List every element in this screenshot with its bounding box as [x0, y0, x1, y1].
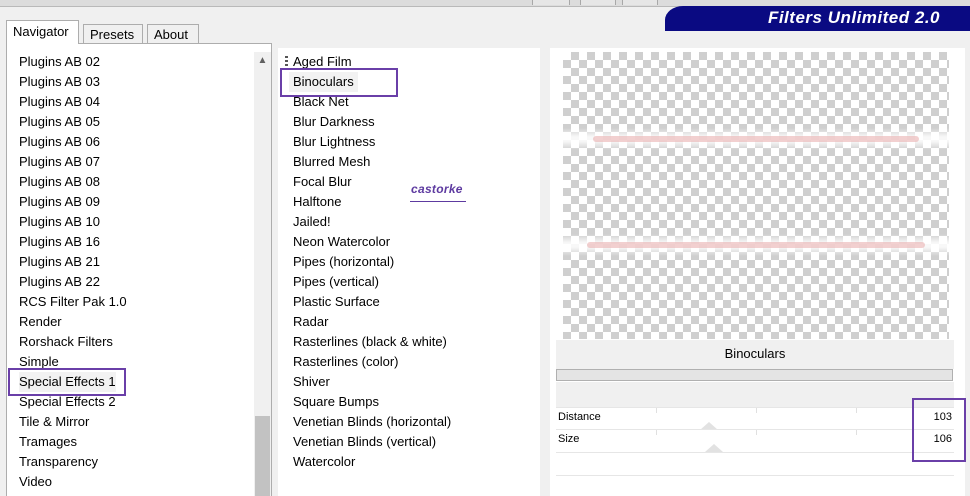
- filter-item[interactable]: Focal Blur: [293, 172, 352, 192]
- preview-band-bottom: [587, 242, 925, 248]
- controls-spacer: [556, 382, 954, 408]
- category-item[interactable]: Tramages: [19, 432, 77, 452]
- category-item[interactable]: RCS Filter Pak 1.0: [19, 292, 127, 312]
- filter-title-bar: Binoculars: [556, 340, 954, 369]
- distance-label: Distance: [558, 411, 601, 423]
- preview-band-top: [593, 136, 919, 142]
- grip-icon: [285, 56, 288, 67]
- filter-item[interactable]: Pipes (horizontal): [293, 252, 394, 272]
- brand-banner: Filters Unlimited 2.0: [665, 6, 970, 29]
- distance-value: 103: [933, 411, 952, 423]
- scroll-thumb[interactable]: [255, 416, 270, 496]
- filter-item[interactable]: Rasterlines (black & white): [293, 332, 447, 352]
- category-item[interactable]: Render: [19, 312, 62, 332]
- progress-bar: [556, 369, 953, 381]
- category-item[interactable]: Special Effects 1: [19, 372, 116, 392]
- filter-item[interactable]: Square Bumps: [293, 392, 379, 412]
- filter-item[interactable]: Binoculars: [289, 72, 358, 92]
- filter-item[interactable]: Halftone: [293, 192, 341, 212]
- filter-item[interactable]: Jailed!: [293, 212, 331, 232]
- tab-about[interactable]: About: [147, 24, 199, 43]
- filter-item[interactable]: Rasterlines (color): [293, 352, 398, 372]
- category-list-panel: Plugins AB 02 Plugins AB 03 Plugins AB 04 P…: [6, 43, 272, 496]
- empty-parameter-row: [556, 452, 954, 476]
- size-label: Size: [558, 433, 580, 445]
- category-item[interactable]: Plugins AB 03: [19, 72, 100, 92]
- tab-navigator[interactable]: Navigator: [6, 20, 79, 44]
- category-item[interactable]: Transparency: [19, 452, 98, 472]
- filter-item[interactable]: Venetian Blinds (vertical): [293, 432, 436, 452]
- top-strip-button[interactable]: [532, 0, 570, 5]
- size-slider[interactable]: [556, 429, 954, 452]
- filter-item[interactable]: Blur Darkness: [293, 112, 375, 132]
- top-strip-button[interactable]: [622, 0, 658, 5]
- category-item[interactable]: Plugins AB 02: [19, 52, 100, 72]
- watermark-signature: castorke: [411, 182, 463, 196]
- category-item[interactable]: Video: [19, 472, 52, 492]
- filter-list-panel: Aged Film Binoculars Black Net Blur Darknes…: [278, 48, 540, 496]
- size-value: 106: [933, 433, 952, 445]
- filter-item[interactable]: Venetian Blinds (horizontal): [293, 412, 451, 432]
- filter-item[interactable]: Radar: [293, 312, 328, 332]
- preview-image: [563, 52, 949, 339]
- category-item[interactable]: Plugins AB 09: [19, 192, 100, 212]
- filter-item[interactable]: Plastic Surface: [293, 292, 380, 312]
- category-item[interactable]: Plugins AB 05: [19, 112, 100, 132]
- category-item[interactable]: Plugins AB 04: [19, 92, 100, 112]
- filter-item[interactable]: Blurred Mesh: [293, 152, 370, 172]
- filter-item[interactable]: Aged Film: [293, 52, 352, 72]
- filter-item[interactable]: Pipes (vertical): [293, 272, 379, 292]
- filter-title: Binoculars: [724, 346, 786, 361]
- category-item[interactable]: Rorshack Filters: [19, 332, 113, 352]
- filter-item[interactable]: Neon Watercolor: [293, 232, 390, 252]
- filter-item[interactable]: Blur Lightness: [293, 132, 375, 152]
- category-item[interactable]: Simple: [19, 352, 59, 372]
- distance-slider[interactable]: [556, 407, 954, 430]
- category-item[interactable]: Plugins AB 22: [19, 272, 100, 292]
- category-item[interactable]: Plugins AB 21: [19, 252, 100, 272]
- size-slider-thumb[interactable]: [705, 444, 723, 452]
- category-item[interactable]: Plugins AB 06: [19, 132, 100, 152]
- category-scrollbar[interactable]: ▲: [254, 52, 271, 496]
- category-item[interactable]: Special Effects 2: [19, 392, 116, 412]
- category-item[interactable]: Plugins AB 16: [19, 232, 100, 252]
- filter-item[interactable]: Black Net: [293, 92, 349, 112]
- category-item[interactable]: Tile & Mirror: [19, 412, 89, 432]
- tab-presets[interactable]: Presets: [83, 24, 143, 43]
- watermark-underline: [410, 201, 466, 202]
- filter-item[interactable]: Shiver: [293, 372, 330, 392]
- category-item[interactable]: Plugins AB 07: [19, 152, 100, 172]
- category-item[interactable]: Plugins AB 10: [19, 212, 100, 232]
- scroll-up-arrow-icon[interactable]: ▲: [254, 52, 271, 70]
- filter-item[interactable]: Watercolor: [293, 452, 355, 472]
- top-strip-button[interactable]: [580, 0, 616, 5]
- category-item[interactable]: Plugins AB 08: [19, 172, 100, 192]
- brand-underline: [665, 29, 970, 31]
